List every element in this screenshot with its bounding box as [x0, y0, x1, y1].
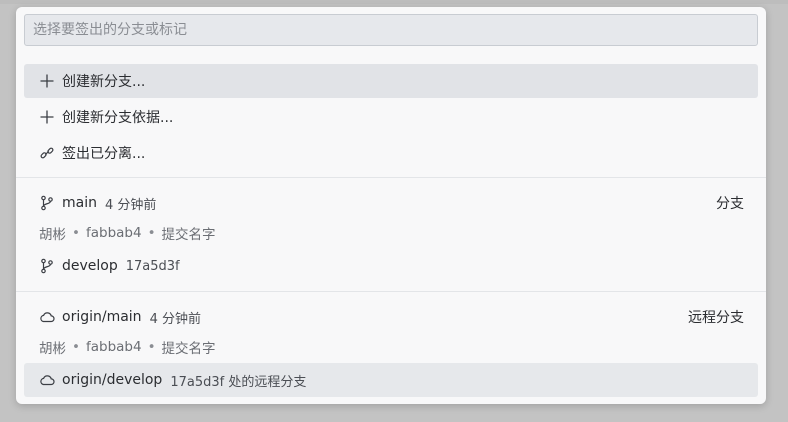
git-branch-icon: [39, 258, 55, 274]
commit-message: 提交名字: [161, 227, 216, 243]
cloud-icon: [39, 309, 55, 325]
remote-branch-item-origin-develop[interactable]: origin/develop 17a5d3f 处的远程分支: [24, 363, 758, 397]
detach-icon: [39, 145, 55, 161]
commit-author: 胡彬: [39, 227, 66, 243]
branch-quick-pick: 创建新分支... 创建新分支依据... 签出已分离...: [16, 7, 766, 404]
create-branch-from-item[interactable]: 创建新分支依据...: [24, 100, 758, 134]
separator: [16, 291, 766, 292]
remote-branch-description: 4 分钟前: [149, 311, 201, 327]
branch-detail-main: 胡彬 • fabbab4 • 提交名字: [39, 221, 216, 245]
branches-group-label: 分支: [716, 196, 744, 212]
detail-separator: •: [147, 225, 156, 241]
detail-separator: •: [72, 339, 80, 355]
create-branch-from-label: 创建新分支依据...: [62, 110, 174, 126]
commit-message: 提交名字: [161, 341, 216, 357]
branch-item-develop[interactable]: develop 17a5d3f: [24, 249, 758, 283]
cloud-icon: [39, 372, 55, 388]
remote-branch-detail-origin-main: 胡彬 • fabbab4 • 提交名字: [39, 335, 216, 359]
branch-description: 4 分钟前: [104, 197, 157, 213]
checkout-detached-label: 签出已分离...: [62, 146, 146, 162]
detail-separator: •: [72, 225, 80, 241]
branch-description: 17a5d3f: [125, 258, 180, 274]
commit-hash: fabbab4: [85, 339, 142, 355]
branch-name: main: [62, 195, 97, 211]
create-branch-label: 创建新分支...: [62, 74, 146, 90]
commit-hash: fabbab4: [85, 225, 142, 241]
search-input[interactable]: [24, 14, 758, 46]
remote-branches-group-label: 远程分支: [688, 310, 744, 326]
commit-author: 胡彬: [39, 341, 66, 357]
remote-branch-name: origin/main: [62, 309, 142, 325]
backdrop-top-edge: [0, 0, 788, 4]
detail-separator: •: [147, 339, 156, 355]
remote-branch-name: origin/develop: [62, 372, 163, 388]
git-branch-icon: [39, 195, 55, 211]
branch-name: develop: [62, 258, 118, 274]
branch-item-main[interactable]: main 4 分钟前 分支: [24, 186, 758, 220]
checkout-detached-item[interactable]: 签出已分离...: [24, 136, 758, 170]
plus-icon: [39, 73, 55, 89]
create-branch-item[interactable]: 创建新分支...: [24, 64, 758, 98]
remote-branch-description: 17a5d3f 处的远程分支: [170, 374, 307, 390]
remote-branch-item-origin-main[interactable]: origin/main 4 分钟前 远程分支: [24, 300, 758, 334]
search-box: [24, 14, 758, 46]
separator: [16, 177, 766, 178]
plus-icon: [39, 109, 55, 125]
